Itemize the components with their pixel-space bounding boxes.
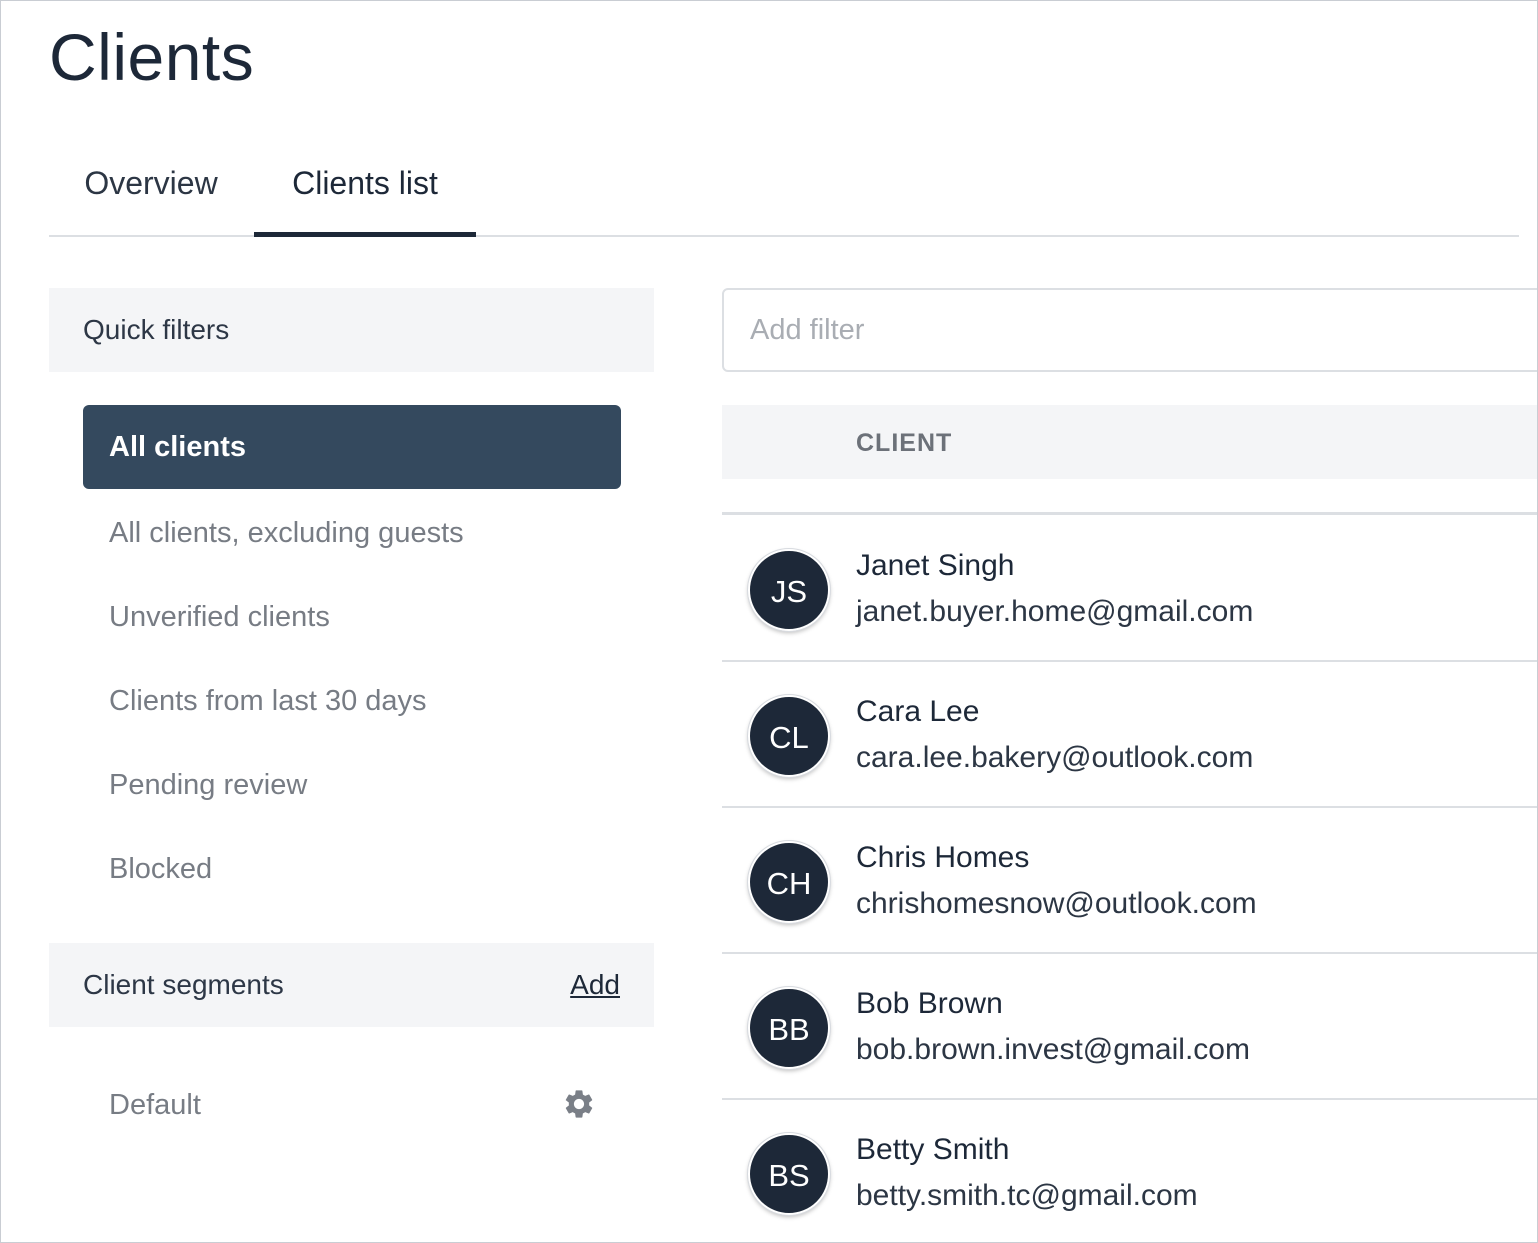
quick-filters-title: Quick filters [83,314,230,345]
client-email: chrishomesnow@outlook.com [856,887,1257,920]
client-name: Betty Smith [856,1133,1010,1166]
table-row[interactable]: CL Cara Lee cara.lee.bakery@outlook.com [722,661,1537,808]
client-email: betty.smith.tc@gmail.com [856,1179,1198,1212]
avatar: CH [747,840,831,924]
tab-bar: Overview Clients list [49,141,1519,237]
quick-filter-all-clients-excluding-guests[interactable]: All clients, excluding guests [83,491,621,575]
client-email: cara.lee.bakery@outlook.com [856,741,1254,774]
quick-filter-clients-last-30-days[interactable]: Clients from last 30 days [83,659,621,743]
table-row[interactable]: JS Janet Singh janet.buyer.home@gmail.co… [722,515,1537,662]
tab-overview[interactable]: Overview [49,141,253,237]
client-name: Cara Lee [856,695,980,728]
client-email: janet.buyer.home@gmail.com [856,595,1254,628]
avatar: CL [747,694,831,778]
tab-clients-list[interactable]: Clients list [254,141,476,237]
client-name: Bob Brown [856,987,1003,1020]
table-header: CLIENT [722,405,1537,481]
add-filter-input[interactable] [724,290,1537,370]
quick-filter-unverified-clients[interactable]: Unverified clients [83,575,621,659]
quick-filters-header: Quick filters [49,288,654,372]
client-segments-title: Client segments [83,969,284,1000]
table-row[interactable]: CH Chris Homes chrishomesnow@outlook.com [722,807,1537,954]
clients-page: Clients Overview Clients list Quick filt… [0,0,1538,1243]
avatar: BB [747,986,831,1070]
quick-filter-pending-review[interactable]: Pending review [83,743,621,827]
client-name: Chris Homes [856,841,1030,874]
quick-filter-all-clients[interactable]: All clients [83,405,621,489]
segment-item-default[interactable]: Default [83,1063,621,1147]
add-filter-box [722,288,1537,372]
add-segment-link[interactable]: Add [570,943,620,1027]
table-row[interactable]: BB Bob Brown bob.brown.invest@gmail.com [722,953,1537,1100]
table-row[interactable]: BS Betty Smith betty.smith.tc@gmail.com [722,1099,1537,1242]
quick-filter-blocked[interactable]: Blocked [83,827,621,911]
client-name: Janet Singh [856,549,1015,582]
avatar: JS [747,548,831,632]
gear-icon[interactable] [562,1087,596,1121]
client-email: bob.brown.invest@gmail.com [856,1033,1250,1066]
column-header-client[interactable]: CLIENT [856,405,952,481]
avatar: BS [747,1132,831,1216]
page-title: Clients [49,20,255,94]
client-segments-header: Client segments Add [49,943,654,1027]
